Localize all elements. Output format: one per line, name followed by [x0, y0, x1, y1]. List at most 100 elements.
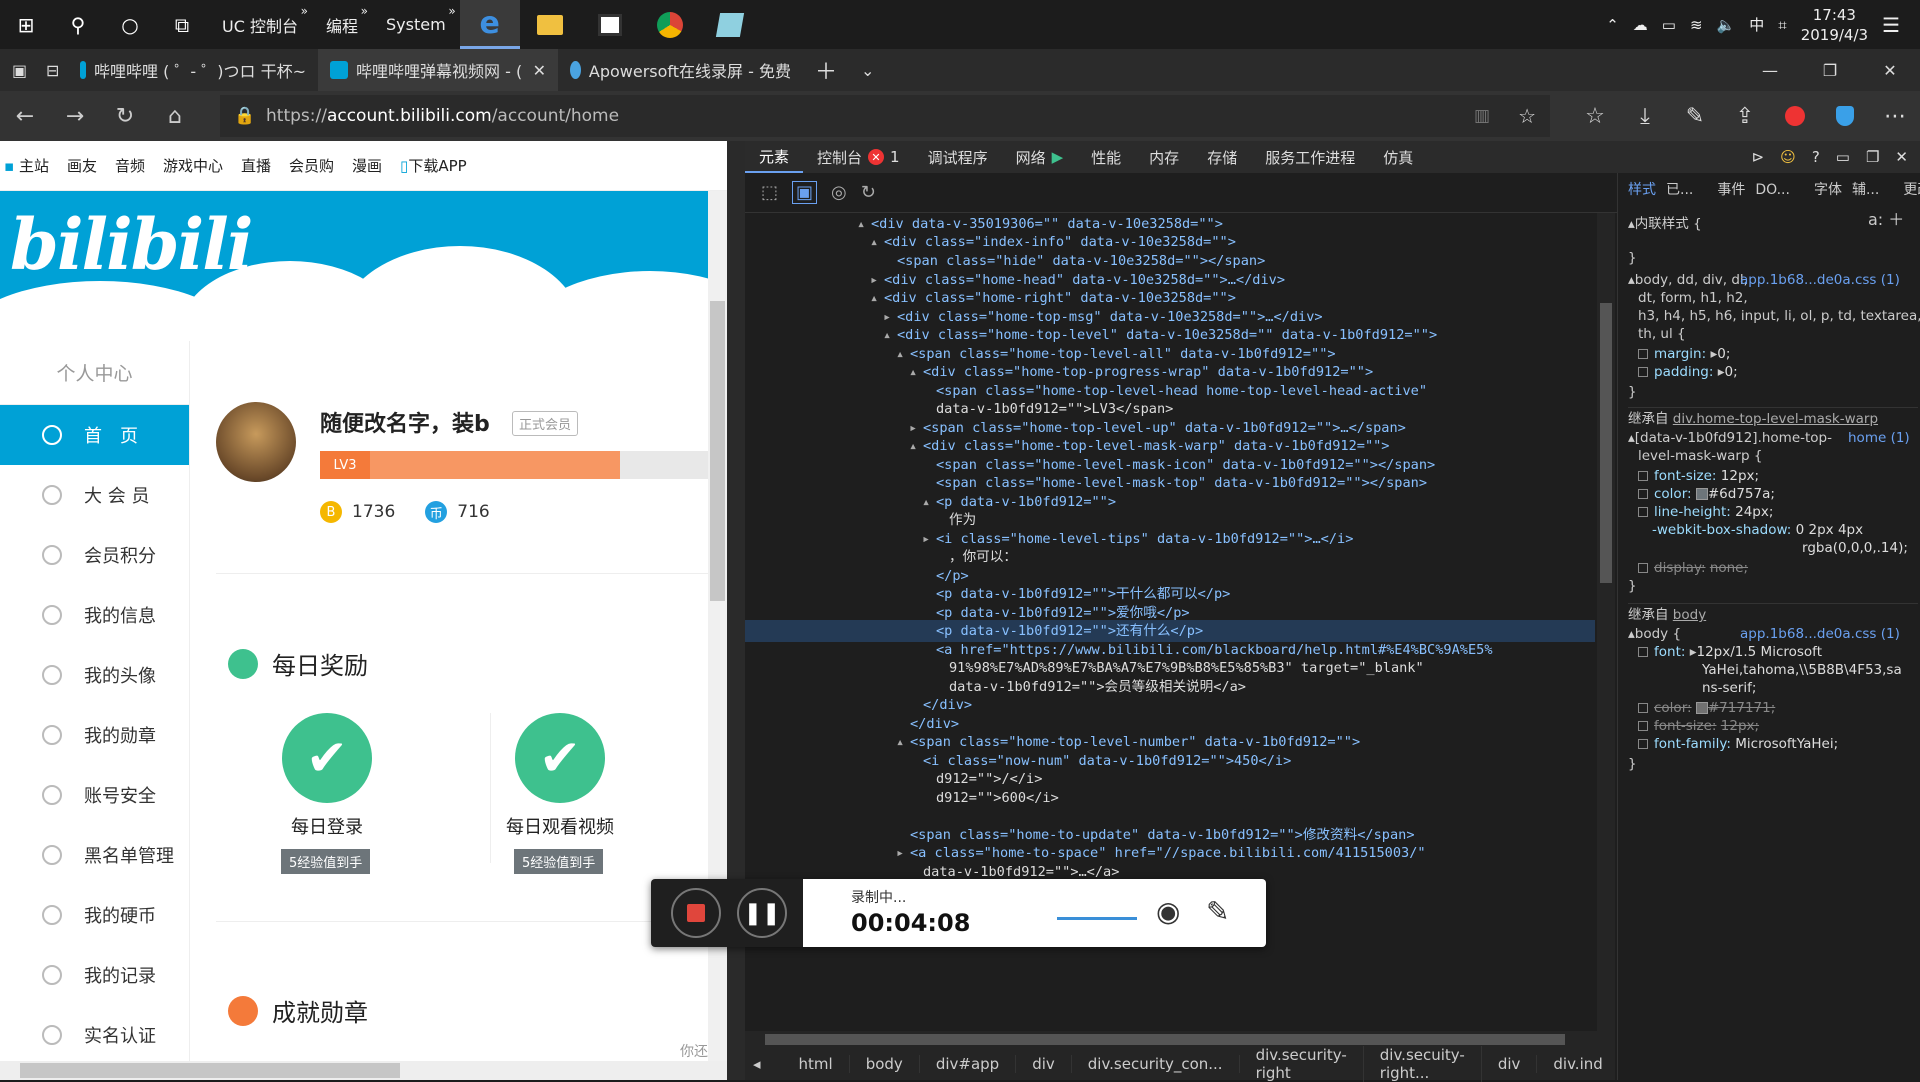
- keyboard-icon[interactable]: ⌗: [1778, 16, 1786, 34]
- tab-service-workers[interactable]: 服务工作进程: [1251, 141, 1369, 173]
- favorite-star-icon[interactable]: ☆: [1518, 104, 1536, 128]
- app-pinned-icon[interactable]: [700, 0, 760, 49]
- select-element-icon[interactable]: ⬚: [761, 182, 778, 203]
- task-view-icon[interactable]: ⧉: [156, 0, 208, 49]
- home-icon[interactable]: ⌂: [150, 91, 200, 141]
- sidebar-item-records[interactable]: 我的记录: [0, 945, 189, 1005]
- rule1-source[interactable]: app.1b68...de0a.css (1): [1740, 271, 1920, 289]
- nav-live[interactable]: 直播: [241, 155, 271, 176]
- prop-color[interactable]: color: #6d757a;: [1638, 485, 1920, 503]
- tab-bilibili-1[interactable]: 哔哩哔哩 ( ゜- ゜)つロ 干杯~: [68, 49, 318, 91]
- breadcrumb-item[interactable]: div.security-right: [1240, 1046, 1364, 1082]
- nav-audio[interactable]: 音频: [115, 155, 145, 176]
- extension-shield-icon[interactable]: [1820, 91, 1870, 141]
- pause-record-button[interactable]: ❚❚: [737, 888, 787, 938]
- prop-font-size[interactable]: font-size: 12px;: [1638, 467, 1920, 485]
- windows-start-icon[interactable]: ⊞: [0, 0, 52, 49]
- url-field[interactable]: 🔒 https://account.bilibili.com/account/h…: [220, 95, 1550, 137]
- prop-display[interactable]: display: none;: [1638, 559, 1920, 577]
- breadcrumb-item[interactable]: div#app: [920, 1055, 1017, 1073]
- nav-download-app[interactable]: ▯下载APP: [400, 155, 467, 176]
- volume-slider[interactable]: [1057, 917, 1137, 920]
- close-devtools-icon[interactable]: ✕: [1895, 148, 1908, 166]
- rule3-source[interactable]: app.1b68...de0a.css (1): [1740, 625, 1920, 643]
- ime-indicator[interactable]: 中: [1749, 14, 1764, 35]
- clock[interactable]: 17:43 2019/4/3: [1801, 5, 1868, 45]
- taskbar-app-system[interactable]: System»: [372, 0, 460, 49]
- prop-font-size-2[interactable]: font-size: 12px;: [1638, 717, 1920, 735]
- breadcrumb-item[interactable]: div: [1016, 1055, 1072, 1073]
- wifi-icon[interactable]: ≋: [1690, 16, 1703, 34]
- downloads-icon[interactable]: ⤓: [1620, 91, 1670, 141]
- notification-icon[interactable]: ☰: [1882, 13, 1900, 37]
- edge-browser-icon[interactable]: e: [459, 0, 520, 49]
- highlight-icon[interactable]: ▣: [792, 181, 818, 204]
- changes-tab[interactable]: 更改: [1903, 181, 1920, 199]
- taskbar-app-uc[interactable]: UC 控制台»: [208, 0, 312, 49]
- avatar[interactable]: [216, 402, 296, 482]
- back-icon[interactable]: ←: [0, 91, 50, 141]
- sidebar-item-blacklist[interactable]: 黑名单管理: [0, 825, 189, 885]
- nav-manga[interactable]: 漫画: [352, 155, 382, 176]
- chevron-down-icon[interactable]: ⌄: [849, 49, 886, 91]
- sidebar-item-verify[interactable]: 实名认证: [0, 1005, 189, 1065]
- adblock-icon[interactable]: [1770, 91, 1820, 141]
- page-horizontal-scrollbar[interactable]: [0, 1061, 727, 1080]
- sidebar-item-medals[interactable]: 我的勋章: [0, 705, 189, 765]
- tab-performance[interactable]: 性能: [1077, 141, 1135, 173]
- add-rule-icon[interactable]: a: ＋: [1868, 211, 1920, 229]
- dom-vertical-scrollbar[interactable]: [1597, 213, 1615, 1048]
- breadcrumb-item[interactable]: div.security_con...: [1072, 1055, 1240, 1073]
- tab-network[interactable]: 网络 ▶: [1002, 141, 1078, 173]
- close-tab-icon[interactable]: ✕: [533, 61, 546, 80]
- breadcrumb-item[interactable]: div.secuity-right...: [1364, 1046, 1482, 1082]
- new-tab-button[interactable]: ＋: [803, 49, 849, 91]
- stop-record-button[interactable]: [671, 888, 721, 938]
- favorites-icon[interactable]: ☆: [1570, 91, 1620, 141]
- cortana-icon[interactable]: ○: [104, 0, 156, 49]
- computed-tab[interactable]: 已...: [1666, 181, 1693, 199]
- tab-emulation[interactable]: 仿真: [1369, 141, 1427, 173]
- cloud-icon[interactable]: ☁: [1633, 16, 1648, 34]
- bilibili-logo[interactable]: bilibili: [10, 203, 253, 286]
- notes-icon[interactable]: ✎: [1670, 91, 1720, 141]
- nav-main[interactable]: ▪ 主站: [4, 155, 49, 176]
- rule2-source[interactable]: home (1): [1848, 429, 1920, 447]
- sidebar-item-vip[interactable]: 大 会 员: [0, 465, 189, 525]
- smiley-icon[interactable]: ☺: [1780, 148, 1796, 166]
- prop-padding[interactable]: padding: ▸0;: [1638, 363, 1920, 381]
- share-icon[interactable]: ⇪: [1720, 91, 1770, 141]
- dom-tab[interactable]: DO...: [1755, 181, 1790, 199]
- taskbar-app-programming[interactable]: 编程»: [312, 0, 372, 49]
- sidebar-item-points[interactable]: 会员积分: [0, 525, 189, 585]
- nav-shop[interactable]: 会员购: [289, 155, 334, 176]
- sidebar-item-info[interactable]: 我的信息: [0, 585, 189, 645]
- fonts-tab[interactable]: 字体: [1814, 181, 1842, 199]
- store-icon[interactable]: [580, 0, 640, 49]
- breadcrumb-item[interactable]: div.ind: [1537, 1055, 1620, 1073]
- dock-icon[interactable]: ▭: [1836, 148, 1850, 166]
- prop-margin[interactable]: margin: ▸0;: [1638, 345, 1920, 363]
- search-icon[interactable]: ⚲: [52, 0, 104, 49]
- breadcrumb-item[interactable]: body: [850, 1055, 920, 1073]
- tab-console[interactable]: 控制台 ✕ 1: [803, 141, 914, 173]
- reading-view-icon[interactable]: ▥: [1474, 106, 1490, 126]
- nav-painter[interactable]: 画友: [67, 155, 97, 176]
- minimize-button[interactable]: —: [1740, 49, 1800, 91]
- pen-icon[interactable]: ✎: [1206, 895, 1229, 928]
- close-window-button[interactable]: ✕: [1860, 49, 1920, 91]
- styles-tab[interactable]: 样式: [1628, 181, 1656, 199]
- breadcrumb-item[interactable]: div: [1482, 1055, 1538, 1073]
- tab-apowersoft[interactable]: Apowersoft在线录屏 - 免费: [558, 49, 803, 91]
- nav-game[interactable]: 游戏中心: [163, 155, 223, 176]
- color-picker-icon[interactable]: ◎: [831, 182, 847, 203]
- sidebar-item-security[interactable]: 账号安全: [0, 765, 189, 825]
- tab-menu-icon[interactable]: ▣: [0, 49, 34, 91]
- tab-debugger[interactable]: 调试程序: [914, 141, 1002, 173]
- webcam-icon[interactable]: ◉: [1156, 895, 1180, 928]
- file-explorer-icon[interactable]: [520, 0, 580, 49]
- tab-back-icon[interactable]: ⊟: [34, 49, 68, 91]
- tab-elements[interactable]: 元素: [745, 141, 804, 173]
- refresh-dom-icon[interactable]: ↻: [861, 182, 876, 203]
- prop-font-family[interactable]: font-family: MicrosoftYaHei;: [1638, 735, 1920, 753]
